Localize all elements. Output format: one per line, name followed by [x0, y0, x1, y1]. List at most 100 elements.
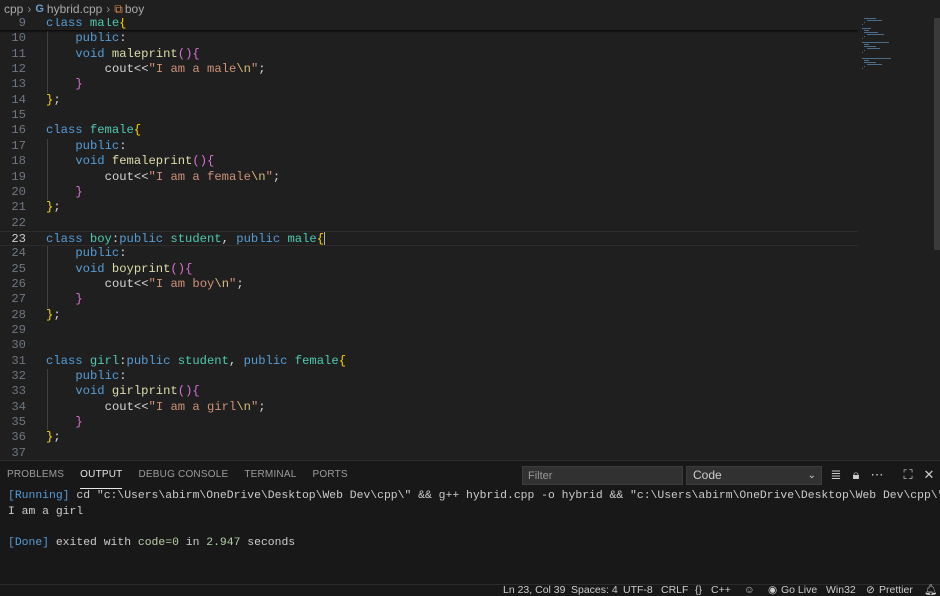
code-line[interactable]: 12 cout<<"I am a male\n"; [0, 62, 858, 77]
code-text[interactable]: }; [46, 93, 61, 108]
code-text[interactable]: public: [46, 139, 126, 154]
chevron-down-icon: ⌄ [807, 470, 816, 481]
code-line[interactable]: 14}; [0, 93, 858, 108]
indent-guide [47, 31, 48, 93]
code-text[interactable]: }; [46, 430, 61, 445]
status-indentation[interactable]: Spaces: 4 [571, 584, 618, 596]
code-line[interactable]: 25 void boyprint(){ [0, 262, 858, 277]
code-line[interactable]: 27 } [0, 292, 858, 307]
braces-icon: {} [695, 584, 703, 596]
code-line[interactable]: 21}; [0, 200, 858, 215]
line-number: 36 [11, 430, 26, 445]
output-exit-code: code=0 [137, 536, 179, 549]
breadcrumb-folder[interactable]: cpp [4, 2, 23, 16]
code-text[interactable]: void femaleprint(){ [46, 154, 214, 169]
code-line[interactable]: 24 public: [0, 246, 858, 261]
status-platform[interactable]: Win32 [826, 584, 856, 596]
wrap-lines-icon[interactable]: ≣ [828, 467, 844, 483]
status-eol[interactable]: CRLF [661, 584, 688, 596]
status-language[interactable]: C++ [711, 584, 731, 596]
code-line[interactable]: 10 public: [0, 31, 858, 46]
code-line[interactable]: 19 cout<<"I am a female\n"; [0, 170, 858, 185]
output-done-tag: [Done] [8, 536, 50, 549]
code-line[interactable]: 22 [0, 216, 858, 231]
more-actions-icon[interactable]: ⋯ [869, 467, 885, 483]
line-number: 22 [11, 215, 26, 230]
code-text[interactable]: } [46, 292, 82, 307]
code-line[interactable]: 33 void girlprint(){ [0, 384, 858, 399]
indent-guide [47, 246, 48, 308]
line-number: 24 [11, 246, 26, 261]
code-line[interactable]: 31 class girl:public student, public fema… [0, 354, 858, 369]
line-number: 31 [11, 353, 26, 368]
minimap[interactable] [862, 14, 934, 74]
code-text[interactable]: } [46, 185, 82, 200]
code-text[interactable]: void maleprint(){ [46, 47, 199, 62]
close-icon[interactable]: ✕ [921, 467, 937, 483]
code-line[interactable]: 16 class female{ [0, 123, 858, 138]
editor-scrollbar[interactable] [934, 14, 940, 250]
tab-debug-console[interactable]: DEBUG CONSOLE [138, 461, 228, 489]
tab-output[interactable]: OUTPUT [80, 461, 123, 489]
code-line[interactable]: 18 void femaleprint(){ [0, 154, 858, 169]
code-line[interactable]: 13 } [0, 77, 858, 92]
indent-guide [47, 369, 48, 431]
code-text[interactable]: public: [46, 31, 126, 46]
code-text[interactable]: void girlprint(){ [46, 384, 199, 399]
code-text[interactable]: cout<<"I am boy\n"; [46, 277, 244, 292]
code-line[interactable]: 30 [0, 338, 858, 353]
status-cursor-position[interactable]: Ln 23, Col 39 [503, 584, 565, 596]
code-text[interactable]: }; [46, 308, 61, 323]
output-filter-input[interactable] [522, 466, 683, 485]
code-text[interactable]: } [46, 77, 82, 92]
output-command: cd "c:\Users\abirm\OneDrive\Desktop\Web … [69, 490, 940, 502]
code-text[interactable]: }; [46, 200, 61, 215]
code-line[interactable]: 36}; [0, 430, 858, 445]
code-line[interactable]: 28}; [0, 308, 858, 323]
output-done-text: exited with [49, 536, 138, 549]
bell-icon[interactable]: 🔔︎ [924, 584, 937, 596]
code-line[interactable]: 29 [0, 323, 858, 338]
line-number: 34 [11, 399, 26, 414]
lock-icon[interactable]: 🔒︎ [848, 467, 864, 483]
code-text[interactable]: public: [46, 369, 126, 384]
minimap-line [862, 68, 864, 69]
status-encoding[interactable]: UTF-8 [623, 584, 653, 596]
output-channel-select[interactable]: Code ⌄ [686, 466, 822, 485]
code-line[interactable]: 23 class boy:public student, public male{ [0, 230, 858, 247]
code-text[interactable]: cout<<"I am a female\n"; [46, 170, 281, 185]
code-text[interactable]: cout<<"I am a male\n"; [46, 62, 266, 77]
code-line[interactable]: 9 class male{ [0, 16, 858, 31]
status-go-live[interactable]: Go Live [781, 584, 817, 596]
code-line[interactable]: 20 } [0, 185, 858, 200]
code-text[interactable]: class girl:public student, public female… [46, 354, 346, 369]
maximize-panel-icon[interactable]: ⛶ [900, 467, 916, 483]
tab-ports[interactable]: PORTS [313, 461, 348, 489]
copilot-icon[interactable]: ☺ [744, 584, 755, 596]
code-editor[interactable]: 9 class male{10 public: 11 void maleprint(… [0, 0, 940, 460]
code-text[interactable]: class female{ [46, 123, 141, 138]
code-line[interactable]: 26 cout<<"I am boy\n"; [0, 277, 858, 292]
code-text[interactable]: class male{ [46, 16, 127, 31]
code-line[interactable]: 34 cout<<"I am a girl\n"; [0, 400, 858, 415]
code-line[interactable]: 11 void maleprint(){ [0, 47, 858, 62]
minimap-line [864, 60, 870, 61]
chevron-right-icon: › [106, 2, 111, 16]
code-text[interactable]: cout<<"I am a girl\n"; [46, 400, 266, 415]
code-line[interactable]: 37 [0, 446, 858, 460]
status-prettier[interactable]: Prettier [879, 584, 913, 596]
tab-terminal[interactable]: TERMINAL [244, 461, 296, 489]
code-line[interactable]: 32 public: [0, 369, 858, 384]
line-number: 20 [11, 184, 26, 199]
code-text[interactable]: void boyprint(){ [46, 262, 192, 277]
code-line[interactable]: 35 } [0, 415, 858, 430]
code-text[interactable]: class boy:public student, public male{ [46, 232, 326, 247]
breadcrumb-symbol[interactable]: boy [125, 2, 144, 16]
indent-guide [47, 138, 48, 201]
tab-problems[interactable]: PROBLEMS [7, 461, 64, 489]
code-line[interactable]: 15 [0, 108, 858, 123]
breadcrumb-file[interactable]: hybrid.cpp [47, 2, 102, 16]
code-text[interactable]: public: [46, 246, 126, 261]
code-line[interactable]: 17 public: [0, 139, 858, 154]
code-text[interactable]: } [46, 415, 82, 430]
